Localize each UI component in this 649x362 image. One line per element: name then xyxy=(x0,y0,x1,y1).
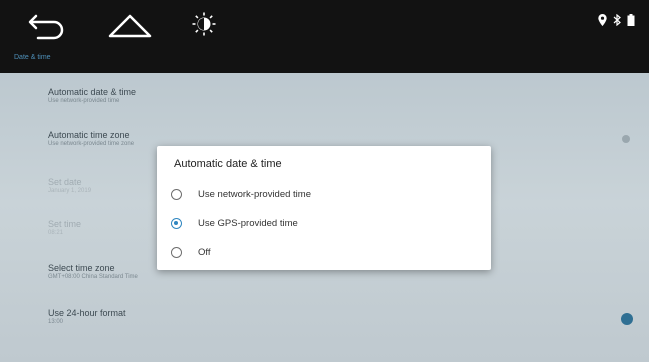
radio-button[interactable] xyxy=(171,246,182,258)
setting-subtitle: 13:00 xyxy=(48,319,64,325)
location-icon xyxy=(598,14,607,26)
dialog-title: Automatic date & time xyxy=(174,158,282,170)
setting-24-hour-format[interactable]: Use 24-hour format 13:00 xyxy=(48,308,448,325)
option-label: Off xyxy=(198,246,211,258)
option-off[interactable]: Off xyxy=(171,243,211,261)
option-label: Use network-provided time xyxy=(198,188,311,200)
brightness-icon[interactable] xyxy=(192,12,216,36)
option-gps-time[interactable]: Use GPS-provided time xyxy=(171,214,298,232)
back-arrow-icon[interactable] xyxy=(26,10,66,40)
setting-automatic-time-zone[interactable]: Automatic time zone Use network-provided… xyxy=(48,130,448,147)
setting-title: Automatic time zone xyxy=(48,130,130,140)
radio-button-selected[interactable] xyxy=(171,217,182,229)
setting-title: Automatic date & time xyxy=(48,87,137,97)
status-icons xyxy=(598,14,635,26)
breadcrumb: Date & time xyxy=(14,54,51,61)
option-label: Use GPS-provided time xyxy=(198,217,298,229)
automatic-date-time-dialog: Automatic date & time Use network-provid… xyxy=(157,146,491,270)
setting-title: Use 24-hour format xyxy=(48,308,126,318)
home-icon[interactable] xyxy=(106,10,154,40)
top-bar: Date & time xyxy=(0,0,649,73)
setting-subtitle: GMT+08:00 China Standard Time xyxy=(48,274,138,280)
radio-button[interactable] xyxy=(171,188,182,200)
setting-automatic-date-time[interactable]: Automatic date & time Use network-provid… xyxy=(48,87,448,104)
setting-subtitle: Use network-provided time xyxy=(48,98,120,104)
automatic-time-zone-switch[interactable] xyxy=(622,135,630,143)
battery-icon xyxy=(627,14,635,26)
24-hour-format-switch[interactable] xyxy=(621,313,633,325)
option-network-time[interactable]: Use network-provided time xyxy=(171,185,311,203)
bluetooth-icon xyxy=(613,14,621,26)
